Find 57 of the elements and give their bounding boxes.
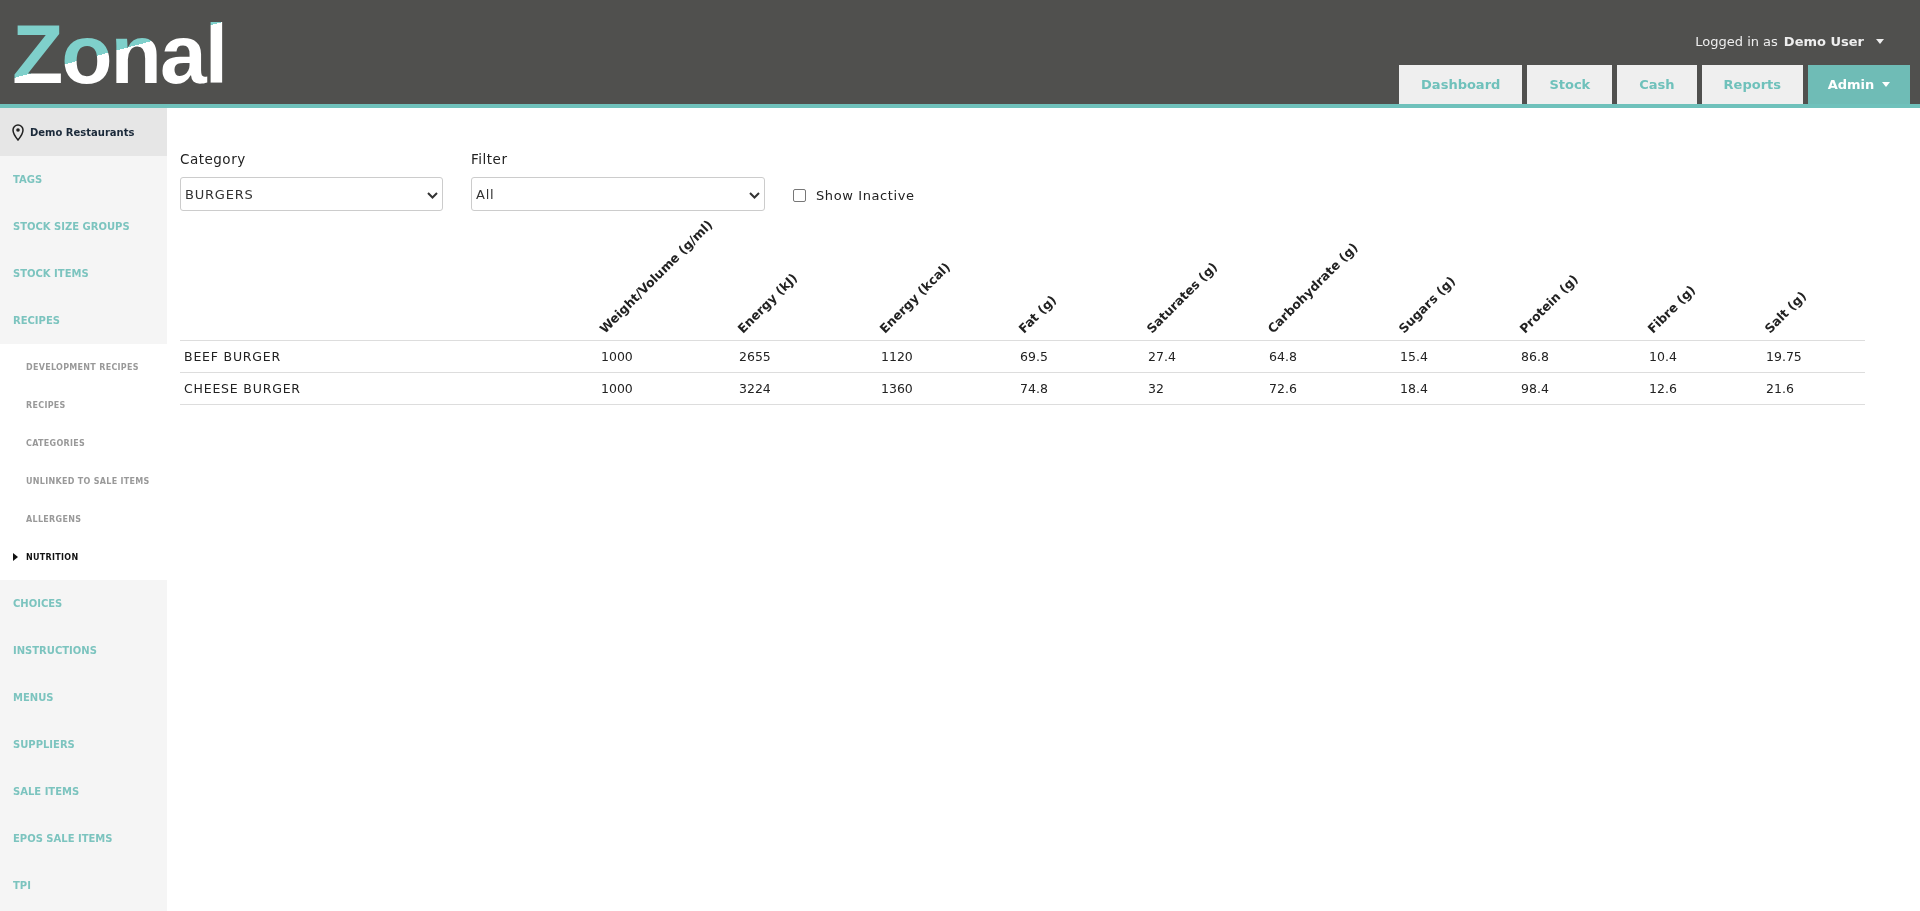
user-menu[interactable]: Logged in as Demo User (1695, 34, 1910, 65)
table-cell: 21.6 (1766, 381, 1794, 396)
nav-tab[interactable]: Reports (1701, 65, 1803, 104)
submenu-item[interactable]: CATEGORIES (26, 438, 86, 448)
table-cell: 32 (1148, 381, 1164, 396)
sidebar-item[interactable]: INSTRUCTIONS (0, 627, 167, 674)
nav-tab[interactable]: Dashboard (1399, 65, 1523, 104)
location-pin-icon (12, 123, 24, 141)
table-cell: 74.8 (1020, 381, 1048, 396)
select-field[interactable]: BURGERS (180, 177, 443, 211)
submenu-item[interactable]: DEVELOPMENT RECIPES (26, 362, 139, 372)
sidebar-item[interactable]: STOCK ITEMS (0, 250, 167, 297)
sidebar-item[interactable]: CHOICES (0, 580, 167, 627)
table-cell: 10.4 (1649, 349, 1677, 364)
select-field[interactable]: All (471, 177, 765, 211)
submenu-item[interactable]: ALLERGENS (26, 514, 82, 524)
table-cell: 12.6 (1649, 381, 1677, 396)
table-cell: 69.5 (1020, 349, 1048, 364)
sidebar-item[interactable]: EPOS SALE ITEMS (0, 815, 167, 862)
nav-tab[interactable]: Cash (1617, 65, 1697, 104)
sidebar-item[interactable]: TAGS (0, 156, 167, 203)
submenu-item[interactable]: RECIPES (26, 400, 66, 410)
table-cell: CHEESE BURGER (184, 381, 301, 396)
table-cell: 98.4 (1521, 381, 1549, 396)
nav-tab[interactable]: Admin (1808, 65, 1910, 104)
checkbox-label: Show Inactive (816, 188, 915, 203)
sidebar-item[interactable]: SALE ITEMS (0, 768, 167, 815)
table-cell: 1120 (881, 349, 913, 364)
sidebar-item[interactable]: MENUS (0, 674, 167, 721)
table-cell: 1360 (881, 381, 913, 396)
caret-icon (1882, 82, 1891, 87)
nav-tab[interactable]: Stock (1527, 65, 1613, 104)
triangle-icon (13, 553, 18, 561)
table-cell: 86.8 (1521, 349, 1549, 364)
table-cell: 72.6 (1269, 381, 1297, 396)
table-cell: 1000 (601, 381, 633, 396)
submenu-item[interactable]: UNLINKED TO SALE ITEMS (26, 476, 150, 486)
field-label: Filter (471, 151, 509, 167)
sidebar-item[interactable]: SUPPLIERS (0, 721, 167, 768)
field-label: Category (180, 151, 247, 167)
sidebar-item[interactable]: STOCK SIZE GROUPS (0, 203, 167, 250)
table-cell: 15.4 (1400, 349, 1428, 364)
checkbox[interactable] (793, 189, 806, 202)
sidebar-item[interactable]: TPI (0, 862, 167, 909)
submenu-item[interactable]: NUTRITION (26, 552, 79, 562)
table-cell: BEEF BURGER (184, 349, 281, 364)
table-cell: 64.8 (1269, 349, 1297, 364)
table-cell: 3224 (739, 381, 771, 396)
location-selector[interactable]: Demo Restaurants (0, 108, 167, 156)
table-cell: 19.75 (1766, 349, 1802, 364)
table-cell: 18.4 (1400, 381, 1428, 396)
table-cell: 1000 (601, 349, 633, 364)
caret-icon (1876, 39, 1884, 44)
table-cell: 27.4 (1148, 349, 1176, 364)
table-cell: 2655 (739, 349, 771, 364)
column-header: Fat (g) (1015, 292, 1060, 336)
sidebar-item[interactable]: RECIPES (0, 297, 167, 344)
